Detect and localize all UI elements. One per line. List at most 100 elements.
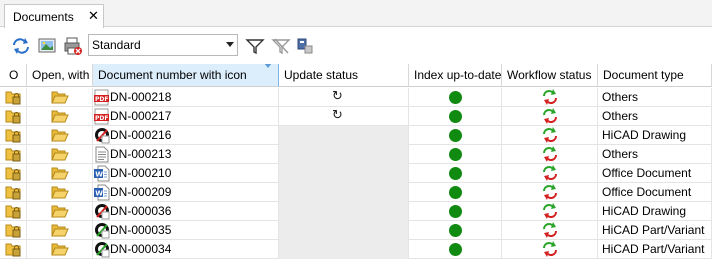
document-number-cell[interactable]: DN-000213 — [93, 145, 279, 164]
checkout-status-cell[interactable] — [0, 202, 27, 221]
table-row[interactable]: W DN-000209 Office Document — [0, 183, 712, 202]
sort-descending-icon — [264, 64, 272, 68]
open-with-cell[interactable] — [27, 202, 93, 221]
refresh-icon[interactable]: ↻ — [332, 107, 343, 123]
update-status-cell[interactable] — [279, 145, 409, 164]
table-row[interactable]: DN-000216 HiCAD Drawing — [0, 126, 712, 145]
workflow-cycle-icon[interactable] — [541, 88, 559, 106]
document-number-cell[interactable]: DN-000035 — [93, 221, 279, 240]
chevron-down-icon[interactable] — [226, 42, 234, 47]
workflow-cycle-icon[interactable] — [541, 183, 559, 201]
open-folder-icon[interactable] — [51, 222, 69, 238]
column-header-document-number[interactable]: Document number with icon — [93, 64, 279, 87]
workflow-status-cell[interactable] — [502, 183, 598, 202]
view-select[interactable]: Standard — [88, 34, 238, 56]
open-with-cell[interactable] — [27, 145, 93, 164]
sync-icon[interactable] — [11, 36, 31, 56]
workflow-status-cell[interactable] — [502, 240, 598, 259]
checkout-status-cell[interactable] — [0, 183, 27, 202]
update-status-cell[interactable] — [279, 221, 409, 240]
open-folder-icon[interactable] — [51, 127, 69, 143]
workflow-cycle-icon[interactable] — [541, 145, 559, 163]
svg-text:PDF: PDF — [95, 96, 108, 103]
document-type: Others — [602, 109, 639, 123]
column-header-document-type[interactable]: Document type — [598, 64, 712, 87]
open-folder-icon[interactable] — [51, 89, 69, 105]
workflow-status-cell[interactable] — [502, 202, 598, 221]
document-number-cell[interactable]: DN-000034 — [93, 240, 279, 259]
checkout-status-cell[interactable] — [0, 107, 27, 126]
open-with-cell[interactable] — [27, 126, 93, 145]
open-with-cell[interactable] — [27, 107, 93, 126]
open-with-cell[interactable] — [27, 240, 93, 259]
open-with-cell[interactable] — [27, 183, 93, 202]
open-folder-icon[interactable] — [51, 241, 69, 257]
workflow-cycle-icon[interactable] — [541, 126, 559, 144]
workflow-cycle-icon[interactable] — [541, 240, 559, 258]
workflow-cycle-icon[interactable] — [541, 107, 559, 125]
filter-icon[interactable] — [245, 36, 265, 56]
workflow-cycle-icon[interactable] — [541, 202, 559, 220]
update-status-cell[interactable] — [279, 164, 409, 183]
table-row[interactable]: W DN-000210 Office Document — [0, 164, 712, 183]
copy-format-icon[interactable] — [295, 36, 315, 56]
open-folder-icon[interactable] — [51, 165, 69, 181]
image-preview-icon[interactable] — [37, 36, 57, 56]
checkout-status-cell[interactable] — [0, 221, 27, 240]
open-folder-icon[interactable] — [51, 108, 69, 124]
text-file-icon — [95, 146, 109, 163]
workflow-status-cell[interactable] — [502, 126, 598, 145]
clear-filter-icon[interactable] — [271, 36, 291, 56]
column-header-open-with[interactable]: Open, with — [27, 64, 93, 87]
table-row[interactable]: PDF DN-000218 ↻ Others — [0, 88, 712, 107]
print-delete-icon[interactable] — [63, 36, 83, 56]
update-status-cell[interactable] — [279, 126, 409, 145]
workflow-status-cell[interactable] — [502, 145, 598, 164]
document-number-cell[interactable]: W DN-000210 — [93, 164, 279, 183]
table-row[interactable]: DN-000034 HiCAD Part/Variant — [0, 240, 712, 259]
open-with-cell[interactable] — [27, 221, 93, 240]
table-row[interactable]: DN-000036 HiCAD Drawing — [0, 202, 712, 221]
open-folder-icon[interactable] — [51, 146, 69, 162]
column-header-index-up-to-date[interactable]: Index up-to-date — [409, 64, 502, 87]
document-number-cell[interactable]: DN-000036 — [93, 202, 279, 221]
column-header-o[interactable]: O — [0, 64, 27, 87]
workflow-status-cell[interactable] — [502, 107, 598, 126]
checkout-status-cell[interactable] — [0, 126, 27, 145]
table-row[interactable]: PDF DN-000217 ↻ Others — [0, 107, 712, 126]
document-number: DN-000034 — [110, 242, 172, 256]
document-number-cell[interactable]: PDF DN-000217 — [93, 107, 279, 126]
checkout-status-cell[interactable] — [0, 240, 27, 259]
open-with-cell[interactable] — [27, 88, 93, 107]
close-icon[interactable]: ✕ — [88, 8, 99, 24]
refresh-icon[interactable]: ↻ — [332, 88, 343, 104]
open-folder-icon[interactable] — [51, 203, 69, 219]
update-status-cell[interactable] — [279, 202, 409, 221]
update-status-cell[interactable] — [279, 240, 409, 259]
document-number-cell[interactable]: DN-000216 — [93, 126, 279, 145]
table-row[interactable]: DN-000035 HiCAD Part/Variant — [0, 221, 712, 240]
workflow-cycle-icon[interactable] — [541, 164, 559, 182]
status-ok-icon — [449, 110, 462, 123]
document-type: HiCAD Part/Variant — [602, 223, 705, 237]
document-number: DN-000036 — [110, 204, 172, 218]
document-number-cell[interactable]: W DN-000209 — [93, 183, 279, 202]
checkout-status-cell[interactable] — [0, 145, 27, 164]
table-row[interactable]: DN-000213 Others — [0, 145, 712, 164]
open-with-cell[interactable] — [27, 164, 93, 183]
column-header-workflow-status[interactable]: Workflow status — [502, 64, 598, 87]
open-folder-icon[interactable] — [51, 184, 69, 200]
update-status-cell[interactable]: ↻ — [279, 88, 409, 107]
workflow-status-cell[interactable] — [502, 88, 598, 107]
column-header-update-status[interactable]: Update status — [279, 64, 409, 87]
update-status-cell[interactable] — [279, 183, 409, 202]
update-status-cell[interactable]: ↻ — [279, 107, 409, 126]
document-number-cell[interactable]: PDF DN-000218 — [93, 88, 279, 107]
workflow-cycle-icon[interactable] — [541, 221, 559, 239]
status-ok-icon — [449, 148, 462, 161]
checkout-status-cell[interactable] — [0, 88, 27, 107]
workflow-status-cell[interactable] — [502, 164, 598, 183]
tab-documents[interactable]: Documents ✕ — [4, 4, 104, 28]
workflow-status-cell[interactable] — [502, 221, 598, 240]
checkout-status-cell[interactable] — [0, 164, 27, 183]
